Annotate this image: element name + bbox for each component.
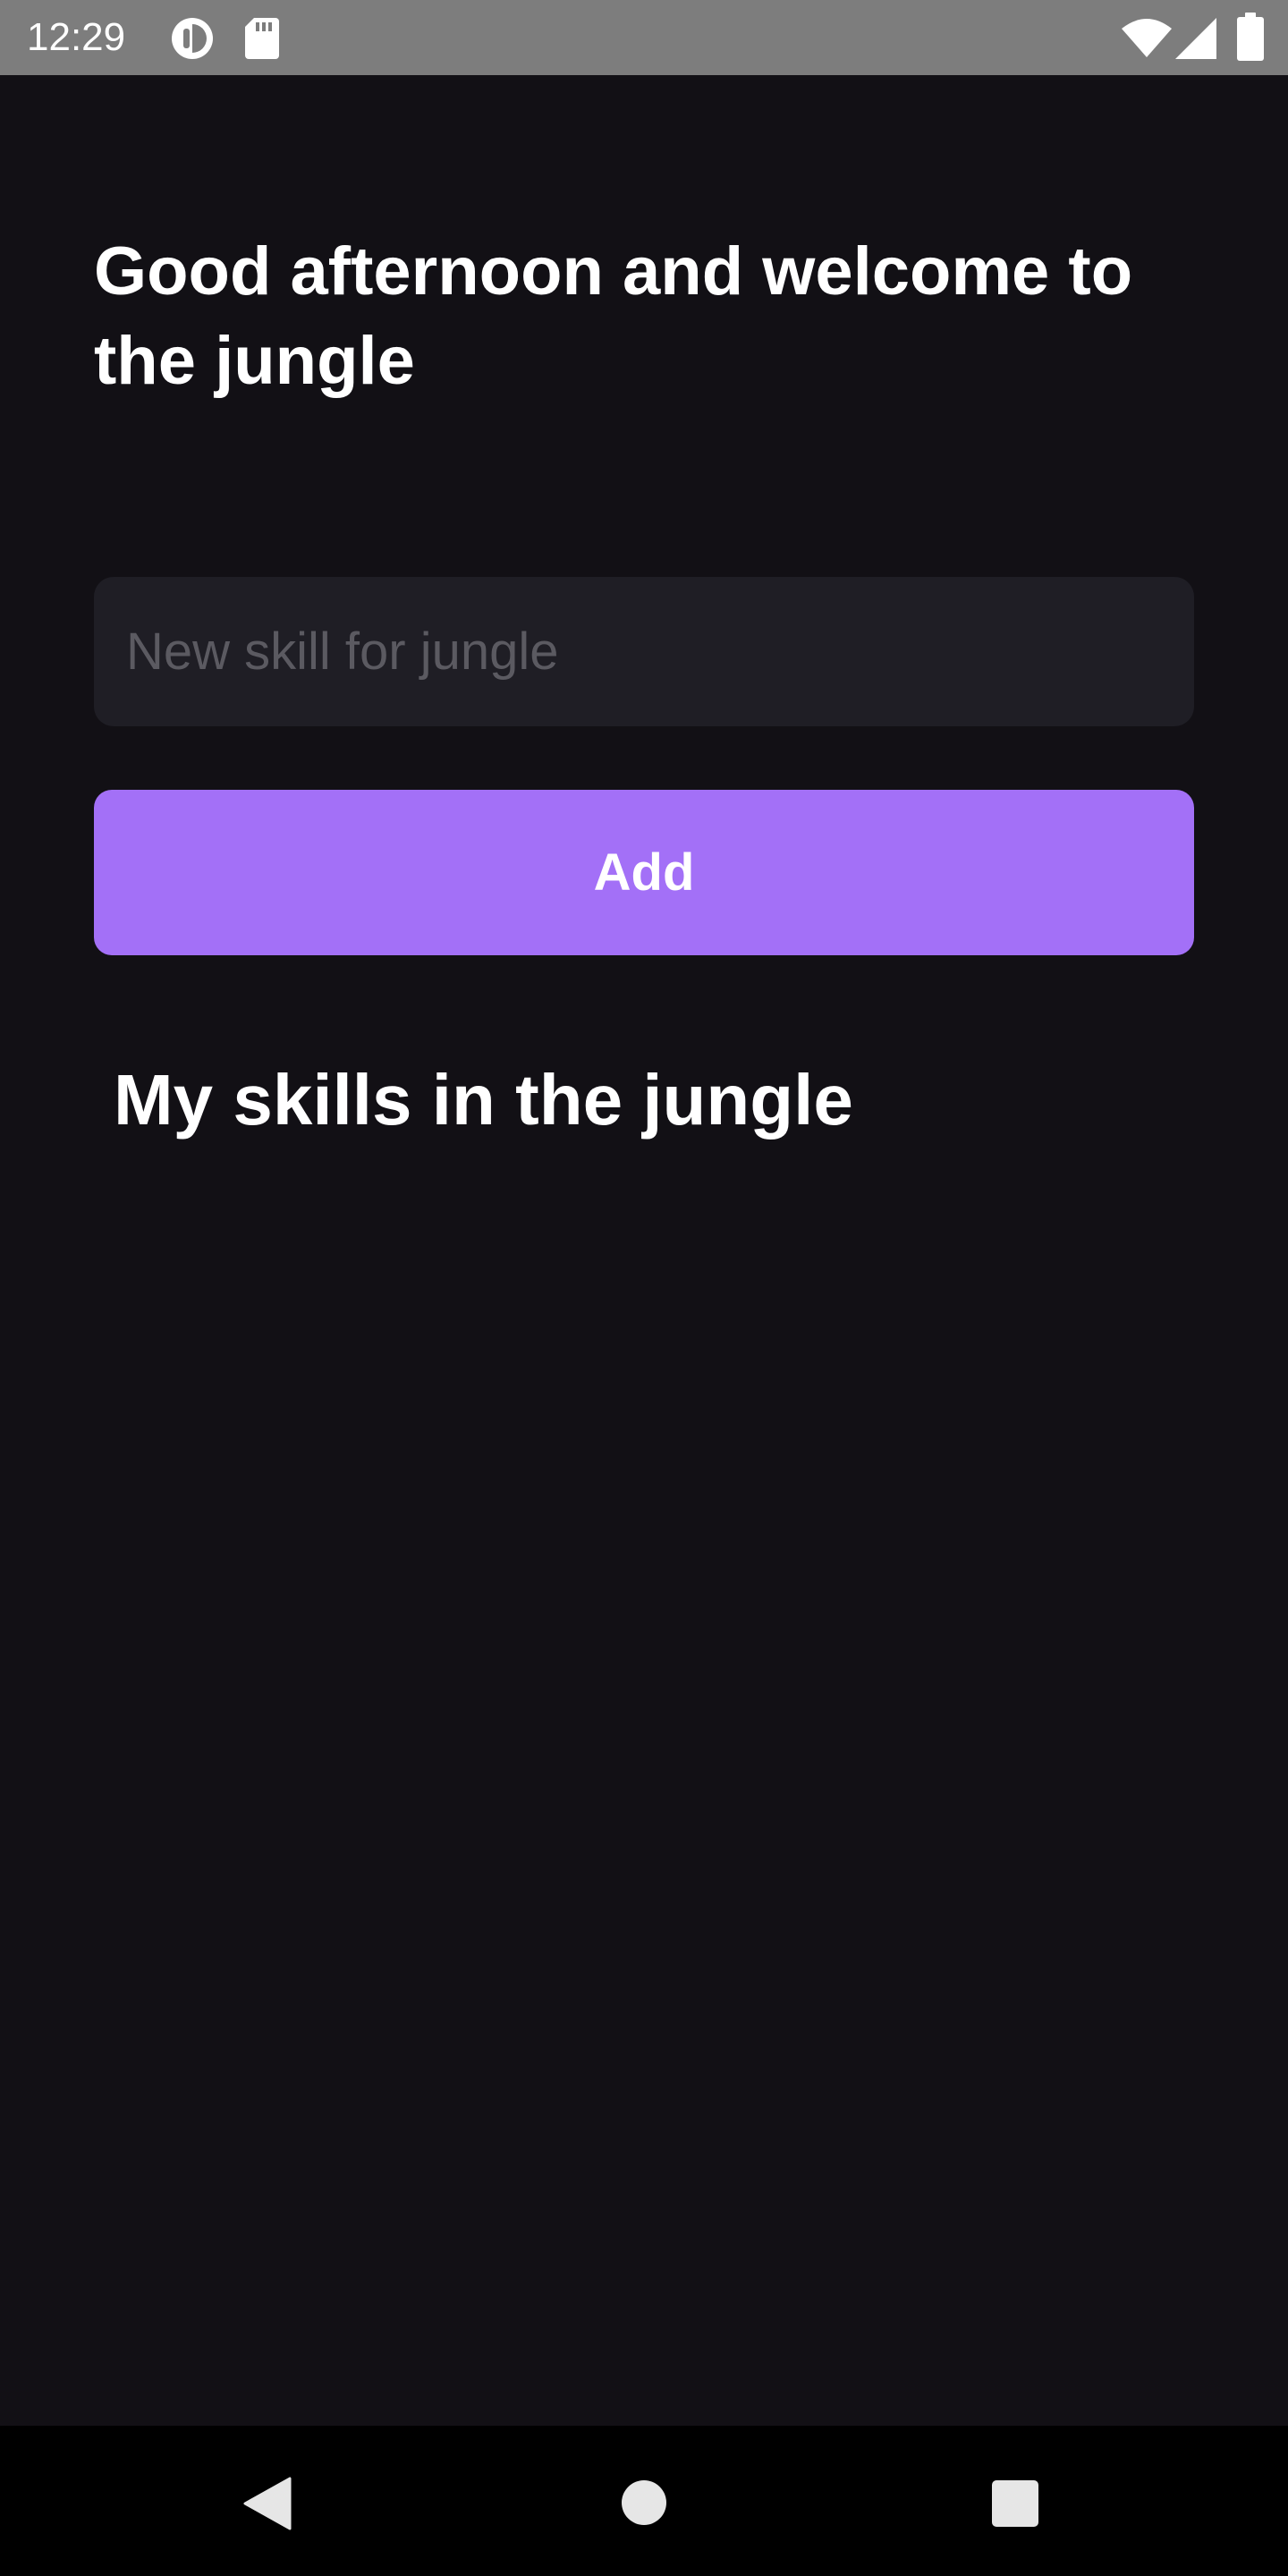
navigation-bar (0, 2426, 1288, 2576)
status-time: 12:29 (27, 15, 126, 59)
battery-icon (1237, 13, 1264, 61)
skills-list-title: My skills in the jungle (114, 1060, 853, 1140)
home-icon[interactable] (622, 2480, 666, 2525)
data-saver-icon (172, 18, 213, 59)
greeting-title: Good afternoon and welcome to the jungle (94, 233, 1133, 399)
new-skill-input[interactable] (94, 577, 1194, 726)
status-bar: 12:29 (0, 0, 1288, 75)
recents-icon[interactable] (992, 2480, 1038, 2527)
main-content (0, 75, 1288, 2426)
wifi-icon (1122, 19, 1172, 57)
signal-icon (1175, 18, 1216, 59)
sd-card-icon (245, 18, 279, 59)
back-icon[interactable] (243, 2477, 292, 2530)
add-button[interactable]: Add (94, 790, 1194, 955)
